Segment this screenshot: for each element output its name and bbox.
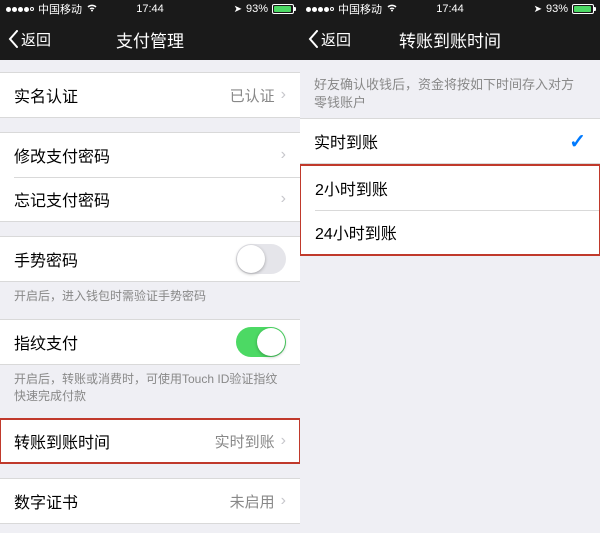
row-label: 实名认证 xyxy=(14,83,78,107)
chevron-right-icon: › xyxy=(281,86,286,104)
row-label: 转账到账时间 xyxy=(14,429,110,453)
location-icon: ➤ xyxy=(534,4,542,15)
status-bar: 中国移动 17:44 ➤ 93% xyxy=(300,0,600,18)
row-change-pay-password[interactable]: 修改支付密码 › xyxy=(0,133,300,177)
chevron-left-icon xyxy=(308,30,319,48)
toggle-fingerprint-pay[interactable] xyxy=(236,327,286,357)
clock: 17:44 xyxy=(136,3,164,15)
chevron-right-icon: › xyxy=(281,190,286,208)
option-label: 24小时到账 xyxy=(315,220,397,244)
nav-bar: 返回 转账到账时间 xyxy=(300,18,600,60)
option-instant[interactable]: 实时到账 ✓ xyxy=(300,119,600,163)
content: 好友确认收钱后，资金将按如下时间存入对方零钱账户 实时到账 ✓ 2小时到账 24… xyxy=(300,60,600,533)
chevron-right-icon: › xyxy=(281,432,286,450)
row-label: 手势密码 xyxy=(14,247,78,271)
back-button[interactable]: 返回 xyxy=(8,29,51,50)
signal-dots-icon xyxy=(6,7,34,12)
battery-pct: 93% xyxy=(546,3,568,15)
status-bar: 中国移动 17:44 ➤ 93% xyxy=(0,0,300,18)
chevron-right-icon: › xyxy=(281,146,286,164)
row-label: 数字证书 xyxy=(14,489,78,513)
battery-icon xyxy=(572,4,594,14)
check-icon: ✓ xyxy=(569,129,586,154)
row-label: 指纹支付 xyxy=(14,330,78,354)
wifi-icon xyxy=(386,3,398,15)
back-label: 返回 xyxy=(321,29,351,50)
clock: 17:44 xyxy=(436,3,464,15)
row-digital-certificate[interactable]: 数字证书 未启用 › xyxy=(0,479,300,523)
gesture-hint: 开启后，进入钱包时需验证手势密码 xyxy=(0,282,300,305)
row-value: 实时到账 xyxy=(215,431,275,452)
nav-bar: 返回 支付管理 xyxy=(0,18,300,60)
toggle-gesture-password[interactable] xyxy=(236,244,286,274)
back-button[interactable]: 返回 xyxy=(308,29,351,50)
option-two-hours[interactable]: 2小时到账 xyxy=(301,166,599,210)
chevron-left-icon xyxy=(8,30,19,48)
wifi-icon xyxy=(86,3,98,15)
row-label: 修改支付密码 xyxy=(14,143,110,167)
row-label: 忘记支付密码 xyxy=(14,187,110,211)
screen-transfer-arrival-time: 中国移动 17:44 ➤ 93% 返回 转账到账时间 好友确认收钱后，资金将按如… xyxy=(300,0,600,533)
carrier-label: 中国移动 xyxy=(338,1,382,17)
option-twenty-four-hours[interactable]: 24小时到账 xyxy=(301,210,599,254)
row-fingerprint-pay[interactable]: 指纹支付 xyxy=(0,320,300,364)
option-label: 2小时到账 xyxy=(315,176,388,200)
row-value: 未启用 xyxy=(230,491,275,512)
section-hint: 好友确认收钱后，资金将按如下时间存入对方零钱账户 xyxy=(300,60,600,118)
row-value: 已认证 xyxy=(230,85,275,106)
option-label: 实时到账 xyxy=(314,129,378,153)
row-transfer-arrival-time[interactable]: 转账到账时间 实时到账 › xyxy=(0,419,300,463)
chevron-right-icon: › xyxy=(281,492,286,510)
location-icon: ➤ xyxy=(234,4,242,15)
row-forgot-pay-password[interactable]: 忘记支付密码 › xyxy=(0,177,300,221)
fingerprint-hint: 开启后，转账或消费时，可使用Touch ID验证指纹快速完成付款 xyxy=(0,365,300,405)
row-gesture-password[interactable]: 手势密码 xyxy=(0,237,300,281)
carrier-label: 中国移动 xyxy=(38,1,82,17)
signal-dots-icon xyxy=(306,7,334,12)
back-label: 返回 xyxy=(21,29,51,50)
battery-icon xyxy=(272,4,294,14)
row-realname-auth[interactable]: 实名认证 已认证 › xyxy=(0,73,300,117)
battery-pct: 93% xyxy=(246,3,268,15)
content: 实名认证 已认证 › 修改支付密码 › 忘记支付密码 › 手势密码 开启后，进入钱… xyxy=(0,60,300,533)
screen-payment-admin: 中国移动 17:44 ➤ 93% 返回 支付管理 实名认证 已认证› 修 xyxy=(0,0,300,533)
